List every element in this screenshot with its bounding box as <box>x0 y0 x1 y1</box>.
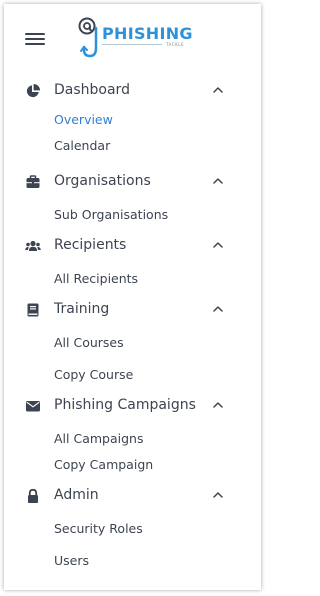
pie-chart-icon <box>26 84 40 98</box>
section-header-admin[interactable]: Admin <box>4 485 261 507</box>
section-header-phishing-campaigns[interactable]: Phishing Campaigns <box>4 395 261 417</box>
section-header-recipients[interactable]: Recipients <box>4 235 261 257</box>
briefcase-icon <box>26 175 40 188</box>
nav-item-copy-campaign[interactable]: Copy Campaign <box>54 457 153 472</box>
chevron-up-icon[interactable] <box>212 490 224 500</box>
chevron-up-icon[interactable] <box>212 400 224 410</box>
brand-divider <box>102 44 162 45</box>
section-header-training[interactable]: Training <box>4 299 261 321</box>
nav-item-security-roles[interactable]: Security Roles <box>54 521 143 536</box>
users-icon <box>25 240 41 251</box>
nav-item-all-courses[interactable]: All Courses <box>54 335 124 350</box>
brand-tagline: TACKLE <box>166 42 184 47</box>
section-title-phishing-campaigns: Phishing Campaigns <box>54 397 196 413</box>
nav-item-users[interactable]: Users <box>54 553 89 568</box>
hamburger-icon[interactable] <box>25 32 47 46</box>
nav-item-sub-organisations[interactable]: Sub Organisations <box>54 207 168 222</box>
brand-name: PHISHING <box>102 24 193 43</box>
book-icon <box>27 303 39 317</box>
section-header-dashboard[interactable]: Dashboard <box>4 80 261 102</box>
section-title-admin: Admin <box>54 487 99 503</box>
sidebar-panel: PHISHING TACKLE Dashboard Overview Calen… <box>4 4 261 590</box>
section-title-training: Training <box>54 301 110 317</box>
section-title-recipients: Recipients <box>54 237 127 253</box>
chevron-up-icon[interactable] <box>212 85 224 95</box>
section-header-organisations[interactable]: Organisations <box>4 171 261 193</box>
nav-item-calendar[interactable]: Calendar <box>54 138 110 153</box>
nav-item-all-recipients[interactable]: All Recipients <box>54 271 138 286</box>
chevron-up-icon[interactable] <box>212 176 224 186</box>
brand-logo[interactable]: PHISHING TACKLE <box>75 14 205 62</box>
section-title-organisations: Organisations <box>54 173 151 189</box>
nav-item-overview[interactable]: Overview <box>54 112 113 127</box>
nav-item-copy-course[interactable]: Copy Course <box>54 367 133 382</box>
chevron-up-icon[interactable] <box>212 240 224 250</box>
envelope-icon <box>26 401 40 412</box>
nav-item-all-campaigns[interactable]: All Campaigns <box>54 431 143 446</box>
lock-icon <box>28 488 38 503</box>
chevron-up-icon[interactable] <box>212 304 224 314</box>
section-title-dashboard: Dashboard <box>54 82 130 98</box>
